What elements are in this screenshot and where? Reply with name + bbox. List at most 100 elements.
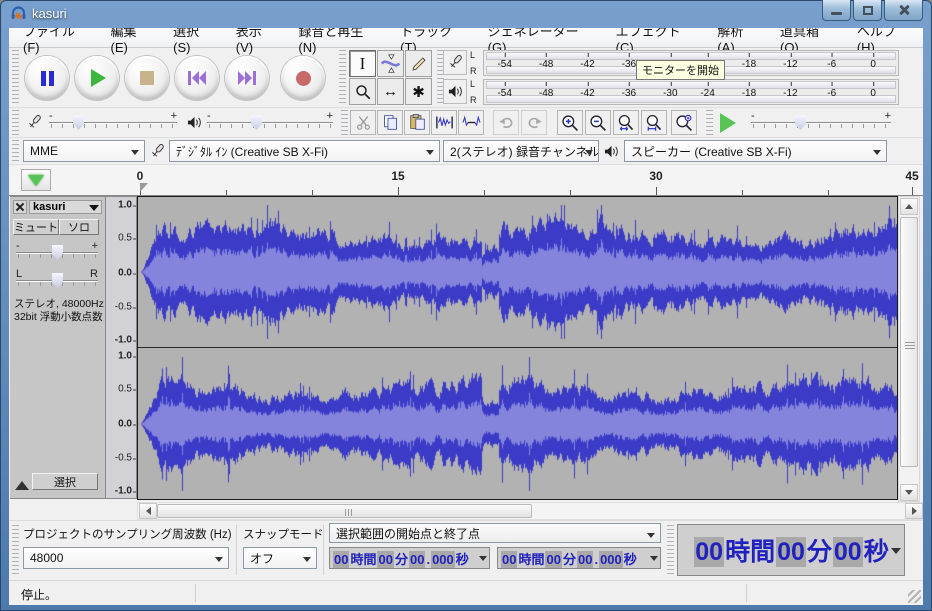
selection-end-field[interactable]: 00時間00分00.000秒	[497, 547, 661, 569]
horizontal-scrollbar[interactable]	[9, 502, 923, 520]
recording-device-select[interactable]: ﾃﾞｼﾞﾀﾙ ｲﾝ (Creative SB X-Fi)	[169, 140, 440, 162]
playback-meter-body[interactable]: -54 -48 -42 -36 -30 -24 -18 -12 -6 0	[483, 79, 899, 105]
playback-meter[interactable]: LR -54 -48 -42 -36 -30 -24 -18 -12 -6 0	[443, 78, 899, 106]
scroll-up-button[interactable]	[900, 198, 918, 215]
timefield-arrow-icon[interactable]	[650, 556, 658, 561]
fit-project-button[interactable]	[641, 110, 667, 135]
play-at-speed-toolbar-grip[interactable]	[706, 110, 713, 136]
selection-toolbar-grip[interactable]	[12, 525, 19, 575]
recording-channels-select[interactable]: 2(ステレオ) 録音チャンネル	[443, 140, 599, 162]
waveform-display[interactable]	[137, 196, 898, 500]
play-button[interactable]	[75, 56, 119, 100]
selection-start-field[interactable]: 00時間00分00.000秒	[329, 547, 490, 569]
timefield-arrow-icon[interactable]	[891, 548, 901, 554]
quick-play-button[interactable]	[21, 169, 51, 191]
zoom-tool-button[interactable]	[349, 78, 376, 105]
playhead-cursor[interactable]	[140, 183, 148, 192]
monitor-tooltip: モニターを開始	[636, 60, 725, 80]
track-pan-slider[interactable]: L R	[16, 269, 98, 293]
vertical-scroll-thumb[interactable]	[900, 217, 918, 467]
zoom-in-button[interactable]	[557, 110, 583, 135]
pause-button[interactable]	[25, 56, 69, 100]
menu-analyze[interactable]: 解析(A)	[707, 28, 770, 48]
timeline-ruler[interactable]: 0 15 30 45	[9, 165, 923, 196]
track-name-menu[interactable]: kasuri	[29, 200, 102, 214]
scroll-down-button[interactable]	[900, 484, 918, 501]
menu-file[interactable]: ファイル(F)	[13, 28, 101, 48]
skip-to-start-button[interactable]	[175, 56, 219, 100]
multi-tool-button[interactable]: ✱	[405, 78, 432, 105]
solo-button[interactable]: ソロ	[59, 219, 99, 235]
menu-edit[interactable]: 編集(E)	[101, 28, 164, 48]
horizontal-scroll-thumb[interactable]	[157, 504, 532, 518]
selection-start-value[interactable]: 00時間00分00.000秒	[332, 549, 469, 568]
record-button[interactable]	[281, 56, 325, 100]
silence-selection-button[interactable]	[458, 110, 484, 135]
audio-host-select[interactable]: MME	[23, 140, 145, 162]
play-at-speed-button[interactable]	[715, 110, 741, 135]
output-volume-slider[interactable]: - +	[207, 111, 333, 135]
paste-button[interactable]	[404, 110, 430, 135]
scroll-left-button[interactable]	[139, 503, 157, 519]
audio-position-display[interactable]: 00時間00分00秒	[677, 524, 905, 576]
selection-range-mode-select[interactable]: 選択範囲の開始点と終了点	[329, 523, 661, 543]
menu-tracks[interactable]: トラック(T)	[390, 28, 478, 48]
zoom-out-button[interactable]	[585, 110, 611, 135]
track-close-button[interactable]	[13, 200, 27, 214]
playback-speed-slider[interactable]: - +	[751, 111, 891, 135]
vertical-scrollbar[interactable]	[898, 196, 920, 502]
track-select-button[interactable]: 選択	[32, 473, 98, 490]
device-toolbar-grip[interactable]	[12, 140, 19, 163]
waveform-channel-right[interactable]	[138, 349, 897, 499]
resize-grip[interactable]	[908, 590, 921, 603]
horizontal-scroll-track[interactable]	[137, 502, 923, 520]
selection-tool-button[interactable]: I	[349, 50, 376, 77]
transport-toolbar-grip[interactable]	[12, 50, 19, 106]
timefield-arrow-icon[interactable]	[479, 556, 487, 561]
cut-button[interactable]	[350, 110, 376, 135]
selection-end-value[interactable]: 00時間00分00.000秒	[500, 549, 637, 568]
mute-button[interactable]: ミュート	[13, 219, 59, 235]
zoom-toggle-button[interactable]	[671, 110, 697, 135]
fit-selection-button[interactable]	[613, 110, 639, 135]
mixer-toolbar-grip[interactable]	[12, 110, 19, 136]
redo-button[interactable]	[521, 110, 547, 135]
menu-select[interactable]: 選択(S)	[163, 28, 226, 48]
scroll-right-button[interactable]	[905, 503, 923, 519]
timeshift-tool-button[interactable]: ↔	[377, 78, 404, 105]
menu-generate[interactable]: ジェネレーター(G)	[478, 28, 606, 48]
menu-bar: ファイル(F) 編集(E) 選択(S) 表示(V) 録音と再生(N) トラック(…	[9, 28, 923, 48]
snap-mode-select[interactable]: オフ	[243, 547, 317, 569]
edit-toolbar-grip[interactable]	[341, 110, 348, 136]
trim-outside-selection-button[interactable]	[431, 110, 457, 135]
time-toolbar-grip[interactable]	[667, 525, 674, 575]
stop-button[interactable]	[125, 56, 169, 100]
project-rate-select[interactable]: 48000	[23, 547, 229, 569]
menu-transport[interactable]: 録音と再生(N)	[288, 28, 390, 48]
maximize-button[interactable]	[853, 0, 882, 21]
menu-effect[interactable]: エフェクト(C)	[606, 28, 708, 48]
waveform-channel-left[interactable]	[138, 197, 897, 347]
tools-toolbar-grip[interactable]	[339, 50, 346, 106]
zoom-in-icon	[561, 114, 579, 132]
collapse-track-button[interactable]	[15, 481, 29, 490]
playback-device-select[interactable]: スピーカー (Creative SB X-Fi)	[624, 140, 887, 162]
close-button[interactable]	[884, 0, 923, 21]
audio-position-value[interactable]: 00時間00分00秒	[693, 532, 888, 568]
input-volume-slider[interactable]: - +	[49, 111, 177, 135]
thumb-grip	[905, 342, 915, 349]
envelope-tool-button[interactable]	[377, 50, 404, 77]
skip-to-end-button[interactable]	[225, 56, 269, 100]
undo-button[interactable]	[493, 110, 519, 135]
vertical-ruler[interactable]: 1.0 0.5 0.0 -0.5 -1.0 1.0 0.5 0.0 -0.5 -…	[106, 196, 137, 499]
copy-button[interactable]	[377, 110, 403, 135]
combo-arrow-icon	[426, 150, 434, 155]
record-meter-button[interactable]	[443, 50, 467, 75]
menu-tools[interactable]: 道具箱(O)	[770, 28, 847, 48]
menu-view[interactable]: 表示(V)	[226, 28, 289, 48]
playback-meter-button[interactable]	[443, 79, 467, 104]
menu-help[interactable]: ヘルプ(H)	[847, 28, 923, 48]
minimize-button[interactable]	[822, 0, 851, 21]
track-gain-slider[interactable]: - +	[16, 241, 98, 265]
draw-tool-button[interactable]	[405, 50, 432, 77]
